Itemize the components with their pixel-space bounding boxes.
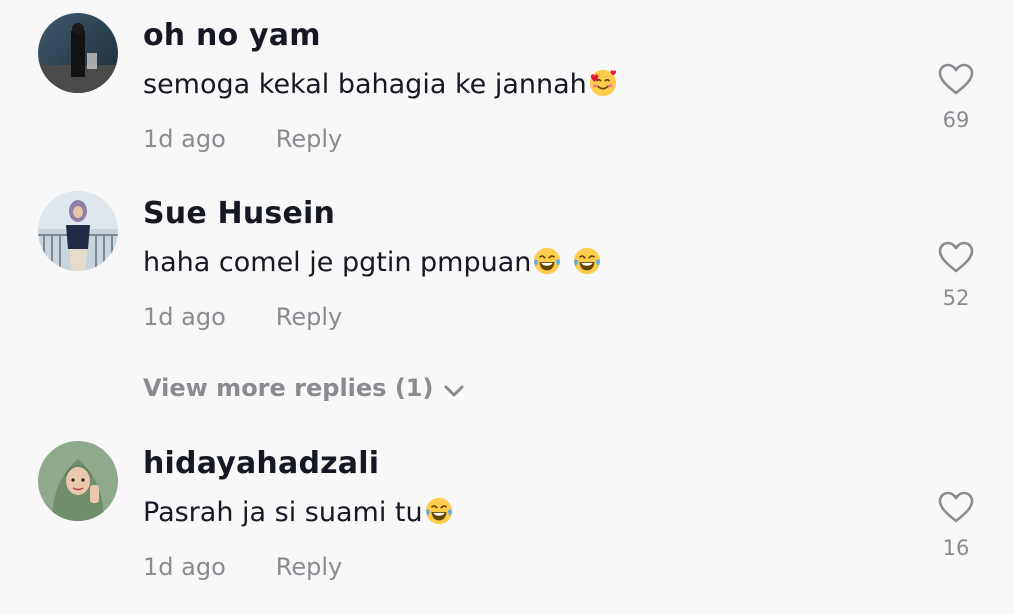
face-with-tears-of-joy-icon <box>574 247 601 275</box>
comment-meta: 1d ago Reply <box>143 124 342 154</box>
comment-text-body: Pasrah ja si suami tu <box>143 497 423 528</box>
like-control[interactable]: 69 <box>930 62 982 132</box>
like-control[interactable]: 52 <box>930 240 982 310</box>
like-count: 52 <box>942 286 970 310</box>
chevron-down-icon <box>444 385 464 397</box>
view-more-replies-label: View more replies (1) <box>143 374 434 402</box>
comment-text: haha comel je pgtin pmpuan <box>143 246 602 280</box>
like-count: 69 <box>942 108 970 132</box>
like-count: 16 <box>942 536 970 560</box>
comment-username[interactable]: hidayahadzali <box>143 446 379 482</box>
comment-time: 1d ago <box>143 125 226 153</box>
reply-button[interactable]: Reply <box>276 303 342 331</box>
like-control[interactable]: 16 <box>930 490 982 560</box>
view-more-replies-button[interactable]: View more replies (1) <box>143 372 465 404</box>
comment-time: 1d ago <box>143 553 226 581</box>
face-with-tears-of-joy-icon <box>534 247 561 275</box>
smiling-face-with-hearts-icon <box>589 69 616 97</box>
comment-meta: 1d ago Reply <box>143 302 342 332</box>
comment-text-body: semoga kekal bahagia ke jannah <box>143 69 587 100</box>
comment-text-body: haha comel je pgtin pmpuan <box>143 247 532 278</box>
avatar[interactable] <box>38 191 118 271</box>
heart-icon[interactable] <box>937 490 975 524</box>
comment-meta: 1d ago Reply <box>143 552 342 582</box>
avatar[interactable] <box>38 13 118 93</box>
reply-button[interactable]: Reply <box>276 553 342 581</box>
reply-button[interactable]: Reply <box>276 125 342 153</box>
heart-icon[interactable] <box>937 240 975 274</box>
comment-text: Pasrah ja si suami tu <box>143 496 454 530</box>
avatar[interactable] <box>38 441 118 521</box>
comment-time: 1d ago <box>143 303 226 331</box>
comment-username[interactable]: oh no yam <box>143 18 321 54</box>
comment-text: semoga kekal bahagia ke jannah <box>143 68 618 102</box>
heart-icon[interactable] <box>937 62 975 96</box>
face-with-tears-of-joy-icon <box>425 497 452 525</box>
comment-username[interactable]: Sue Husein <box>143 196 335 232</box>
